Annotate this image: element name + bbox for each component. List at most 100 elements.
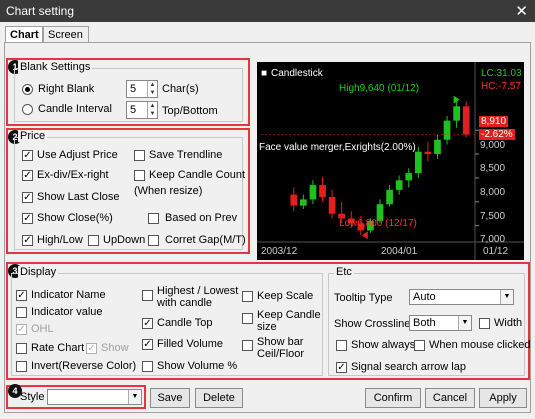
high-low-label: High/Low [37,234,83,246]
ex-div-checkbox[interactable]: ✓ [22,170,33,181]
candle-body [328,197,336,214]
when-mouse-clicked-checkbox[interactable] [414,340,425,351]
show-last-close-checkbox[interactable]: ✓ [22,192,33,203]
chart-square-icon: ■ [261,68,268,79]
spinner-arrows-icon[interactable]: ▲ ▼ [147,102,157,118]
save-trendline-checkbox[interactable] [134,150,145,161]
candle-body [309,185,317,200]
tooltip-type-value: Auto [413,291,436,303]
show-crossline-select[interactable]: Both ▼ [409,315,472,331]
y-tick-label: 8,000 [480,187,506,198]
candle-body [462,106,470,135]
right-blank-value: 5 [130,83,137,95]
tooltip-type-label: Tooltip Type [334,292,393,304]
show-volume-pct-checkbox[interactable] [142,361,153,372]
candle-body [386,189,393,205]
candle-interval-radio[interactable] [22,104,33,115]
corret-gap-checkbox[interactable] [148,235,159,246]
candle-body [434,139,441,155]
candle-body [405,173,413,181]
candle-top-checkbox[interactable]: ✓ [142,318,153,329]
highest-lowest-label: Highest / Lowest [157,285,239,297]
candle-body [319,185,326,198]
updown-checkbox[interactable] [88,235,99,246]
keep-candle-size-checkbox[interactable] [242,313,253,324]
show-crossline-value: Both [413,317,436,329]
filled-volume-label: Filled Volume [157,338,224,350]
x-tick-label: 01/12 [483,246,509,257]
save-trendline-label: Save Trendline [149,149,223,161]
chevron-down-icon[interactable]: ▼ [128,390,141,404]
high-label: High9,640 (01/12) [339,83,420,94]
y-tick-label: 7,500 [480,211,506,222]
keep-candle-size-label-2: size [257,321,277,333]
show-volume-pct-label: Show Volume % [157,360,238,372]
highest-lowest-checkbox[interactable] [142,290,153,301]
display-label: Display [18,266,59,278]
last-change-badge: -2.62% [479,129,515,140]
y-tick-label: 8,500 [480,163,506,174]
spinner-arrows-icon[interactable]: ▲ ▼ [147,81,157,97]
indicator-name-label: Indicator Name [31,289,106,301]
candle-body [395,180,403,190]
show-close-pct-checkbox[interactable]: ✓ [22,213,33,224]
use-adjust-price-checkbox[interactable]: ✓ [22,150,33,161]
candle-body [290,194,298,206]
show-bar-label: Show bar [257,336,304,348]
signal-search-checkbox[interactable]: ✓ [336,362,347,373]
width-checkbox[interactable] [479,318,490,329]
show-always-checkbox[interactable] [336,340,347,351]
etc-label: Etc [334,266,354,278]
y-tick-label: 7,000 [480,234,506,245]
indicator-value-checkbox[interactable] [16,307,27,318]
show-bar-checkbox[interactable] [242,340,253,351]
show-bar-label-2: Ceil/Floor [257,348,305,360]
style-select[interactable]: ▼ [47,389,142,405]
indicator-value-label: Indicator value [31,306,103,318]
right-blank-label: Right Blank [38,83,95,95]
signal-search-label: Signal search arrow lap [351,361,466,373]
show-close-pct-label: Show Close(%) [37,212,113,224]
rate-show-label: Show [101,342,129,354]
right-blank-spinner[interactable]: 5 ▲ ▼ [126,80,158,98]
rate-show-checkbox[interactable]: ✓ [86,343,97,354]
invert-label: Invert(Reverse Color) [31,360,137,372]
candle-body [443,120,451,140]
width-label: Width [494,317,523,329]
confirm-button[interactable]: Confirm [365,388,421,408]
when-resize-label: (When resize) [134,185,203,197]
tab-screen[interactable]: Screen [43,26,89,43]
based-on-prev-checkbox[interactable] [148,213,159,224]
invert-checkbox[interactable] [16,361,27,372]
candle-interval-spinner[interactable]: 5 ▲ ▼ [126,101,158,119]
apply-button[interactable]: Apply [479,388,527,408]
rate-chart-checkbox[interactable] [16,343,27,354]
lc-value: LC:31.03 [481,68,522,79]
style-label: Style [20,391,45,403]
candle-interval-value: 5 [130,104,137,116]
cancel-button[interactable]: Cancel [425,388,475,408]
y-tick-label: 9,000 [480,140,506,151]
candle-top-label: Candle Top [157,317,213,329]
ohl-checkbox[interactable]: ✓ [16,324,27,335]
updown-label: UpDown [103,234,146,246]
window-title: Chart setting [6,4,75,18]
save-button[interactable]: Save [150,388,190,408]
candle-body [424,151,432,155]
keep-scale-checkbox[interactable] [242,291,253,302]
close-icon[interactable]: ✕ [515,2,528,20]
low-label: Low6,800 (12/17) [339,218,417,229]
ex-div-label: Ex-div/Ex-right [37,169,109,181]
keep-candle-count-checkbox[interactable] [134,170,145,181]
corret-gap-label: Corret Gap(M/T) [165,234,246,246]
chevron-down-icon[interactable]: ▼ [500,290,513,304]
indicator-name-checkbox[interactable]: ✓ [16,290,27,301]
title-bar: Chart setting ✕ [0,0,535,22]
right-blank-radio[interactable] [22,84,33,95]
rate-chart-label: Rate Chart [31,342,85,354]
chevron-down-icon[interactable]: ▼ [458,316,471,330]
filled-volume-checkbox[interactable]: ✓ [142,339,153,350]
tooltip-type-select[interactable]: Auto ▼ [409,289,514,305]
delete-button[interactable]: Delete [195,388,243,408]
high-low-checkbox[interactable]: ✓ [22,235,33,246]
